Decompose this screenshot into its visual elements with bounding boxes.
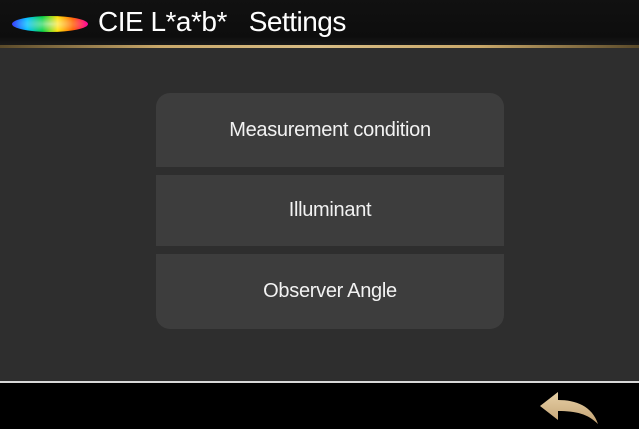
header-bar: CIE L*a*b* Settings <box>0 0 639 46</box>
page-title: CIE L*a*b* Settings <box>98 6 346 37</box>
back-arrow-icon[interactable] <box>538 390 600 426</box>
menu-item-label: Measurement condition <box>229 118 431 141</box>
illuminant-button[interactable]: Illuminant <box>156 175 504 246</box>
measurement-condition-button[interactable]: Measurement condition <box>156 93 504 167</box>
header-divider <box>0 45 639 48</box>
observer-angle-button[interactable]: Observer Angle <box>156 254 504 329</box>
menu-item-label: Observer Angle <box>263 280 397 302</box>
menu-item-label: Illuminant <box>288 199 372 221</box>
settings-menu: Measurement condition Illuminant Observe… <box>156 93 504 329</box>
color-spectrum-logo-icon <box>12 16 88 32</box>
